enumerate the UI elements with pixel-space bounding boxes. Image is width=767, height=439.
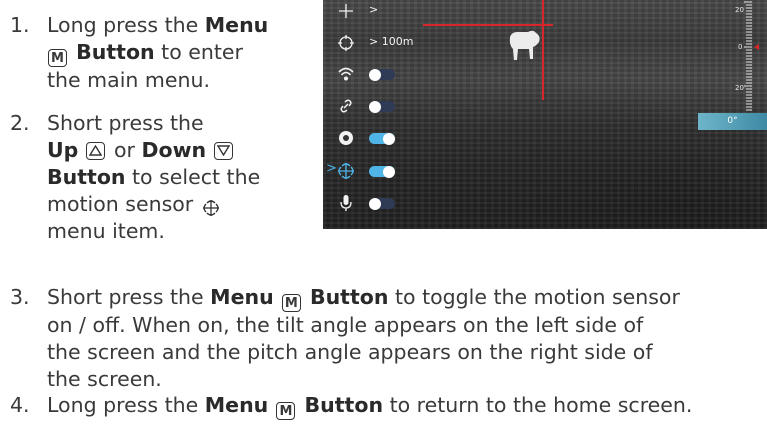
step-number: 4. xyxy=(10,393,30,417)
step-text-run: motion sensor xyxy=(47,192,200,216)
step-line: Short press the xyxy=(47,110,260,137)
step-text: Long press the Menu M Button to return t… xyxy=(47,392,692,420)
pitch-scale: 20 0 20 xyxy=(734,0,762,112)
device-menu-item[interactable]: > xyxy=(323,0,453,22)
step-line: the screen and the pitch angle appears o… xyxy=(47,339,680,366)
step-line: M Button to enter xyxy=(47,39,268,67)
toggle-switch[interactable] xyxy=(369,100,395,113)
down-button-icon xyxy=(214,142,234,160)
step-text-run: to toggle the motion sensor xyxy=(388,285,680,309)
crosshair-vertical-line xyxy=(542,0,544,100)
step-line: Short press the Menu M Button to toggle … xyxy=(47,284,680,312)
microphone-icon xyxy=(340,195,352,211)
step-number: 1. xyxy=(10,13,30,37)
step-line: the screen. xyxy=(47,366,680,393)
step-bold-term: Menu xyxy=(204,393,276,417)
device-menu-item[interactable]: > xyxy=(323,160,453,182)
device-menu-item[interactable] xyxy=(323,192,453,214)
scale-label-bottom: 20 xyxy=(735,84,744,92)
step-text: Long press the Menu M Button to enter the … xyxy=(47,12,268,94)
zeroing-icon xyxy=(338,35,354,51)
menu-button-icon: M xyxy=(281,294,301,312)
step-text-run: to return to the home screen. xyxy=(383,393,693,417)
step-bold-term: Button xyxy=(302,285,389,309)
link-icon xyxy=(340,99,352,113)
step-line: Button to select the xyxy=(47,164,260,191)
step-bold-term: Up xyxy=(47,138,86,162)
step-text-run: or xyxy=(107,138,142,162)
step-number: 2. xyxy=(10,111,30,135)
toggle-switch[interactable] xyxy=(369,165,395,178)
pitch-angle-readout: 0° xyxy=(698,113,767,130)
step-text-run: to select the xyxy=(125,165,261,189)
step-bold-term: Button xyxy=(69,40,155,64)
step-text-run: the screen and the pitch angle appears o… xyxy=(47,340,653,364)
device-menu-item[interactable] xyxy=(323,127,453,149)
device-menu-item[interactable] xyxy=(323,63,453,85)
step-text-run: on / off. When on, the tilt angle appear… xyxy=(47,313,644,337)
toggle-knob xyxy=(383,132,395,145)
step-text-run: Long press the xyxy=(47,393,205,417)
step-bold-term: Menu xyxy=(210,285,281,309)
crosshair-horizontal-line xyxy=(423,24,553,26)
toggle-knob xyxy=(383,165,395,178)
step-bold-term: Button xyxy=(47,165,126,189)
step-number: 3. xyxy=(10,285,30,309)
device-menu-item[interactable]: > 100m xyxy=(323,32,453,54)
device-screen: > > 100m > 20 0 20 0° xyxy=(323,0,767,229)
toggle-switch[interactable] xyxy=(369,132,395,145)
up-button-icon xyxy=(86,142,106,160)
step-text-run: menu item. xyxy=(47,219,165,243)
step-line: Long press the Menu xyxy=(47,12,268,39)
toggle-knob xyxy=(369,100,381,113)
step-text: Short press the Up or Down Button to sele… xyxy=(47,110,260,245)
crosshair-icon xyxy=(339,4,353,18)
target-animal-silhouette xyxy=(509,30,540,60)
menu-button-icon: M xyxy=(276,402,296,420)
step-line: Up or Down xyxy=(47,137,260,164)
device-menu-item[interactable] xyxy=(323,95,453,117)
step-text: Short press the Menu M Button to toggle … xyxy=(47,284,680,393)
step-line: motion sensor xyxy=(47,191,260,218)
step-line: on / off. When on, the tilt angle appear… xyxy=(47,312,680,339)
step-text-run: Short press the xyxy=(47,111,204,135)
motion-sensor-icon xyxy=(201,196,220,216)
step-text-run: Short press the xyxy=(47,285,211,309)
scale-label-top: 20 xyxy=(735,6,744,14)
step-line: Long press the Menu M Button to return t… xyxy=(47,392,692,420)
toggle-switch[interactable] xyxy=(369,68,395,81)
toggle-knob xyxy=(369,197,381,210)
shutter-icon xyxy=(339,131,353,145)
step-bold-term: Menu xyxy=(204,13,269,37)
pitch-scale-ticks xyxy=(744,1,759,111)
toggle-knob xyxy=(369,68,381,81)
step-bold-term: Button xyxy=(297,393,384,417)
selected-indicator-icon: > xyxy=(326,161,337,176)
step-text-run: the main menu. xyxy=(47,68,210,92)
step-line: the main menu. xyxy=(47,67,268,94)
menu-button-icon: M xyxy=(48,49,67,67)
wifi-icon xyxy=(338,67,354,81)
motion-sensor-icon xyxy=(338,163,354,179)
step-text-run: Long press the xyxy=(47,13,205,37)
step-text-run: the screen. xyxy=(47,367,162,391)
step-text-run: to enter xyxy=(154,40,243,64)
toggle-switch[interactable] xyxy=(369,197,395,210)
step-bold-term: Down xyxy=(141,138,214,162)
device-menu-value: > 100m xyxy=(369,35,414,48)
scale-label-zero: 0 xyxy=(738,43,743,51)
device-menu-value: > xyxy=(369,3,379,16)
step-line: menu item. xyxy=(47,218,260,245)
